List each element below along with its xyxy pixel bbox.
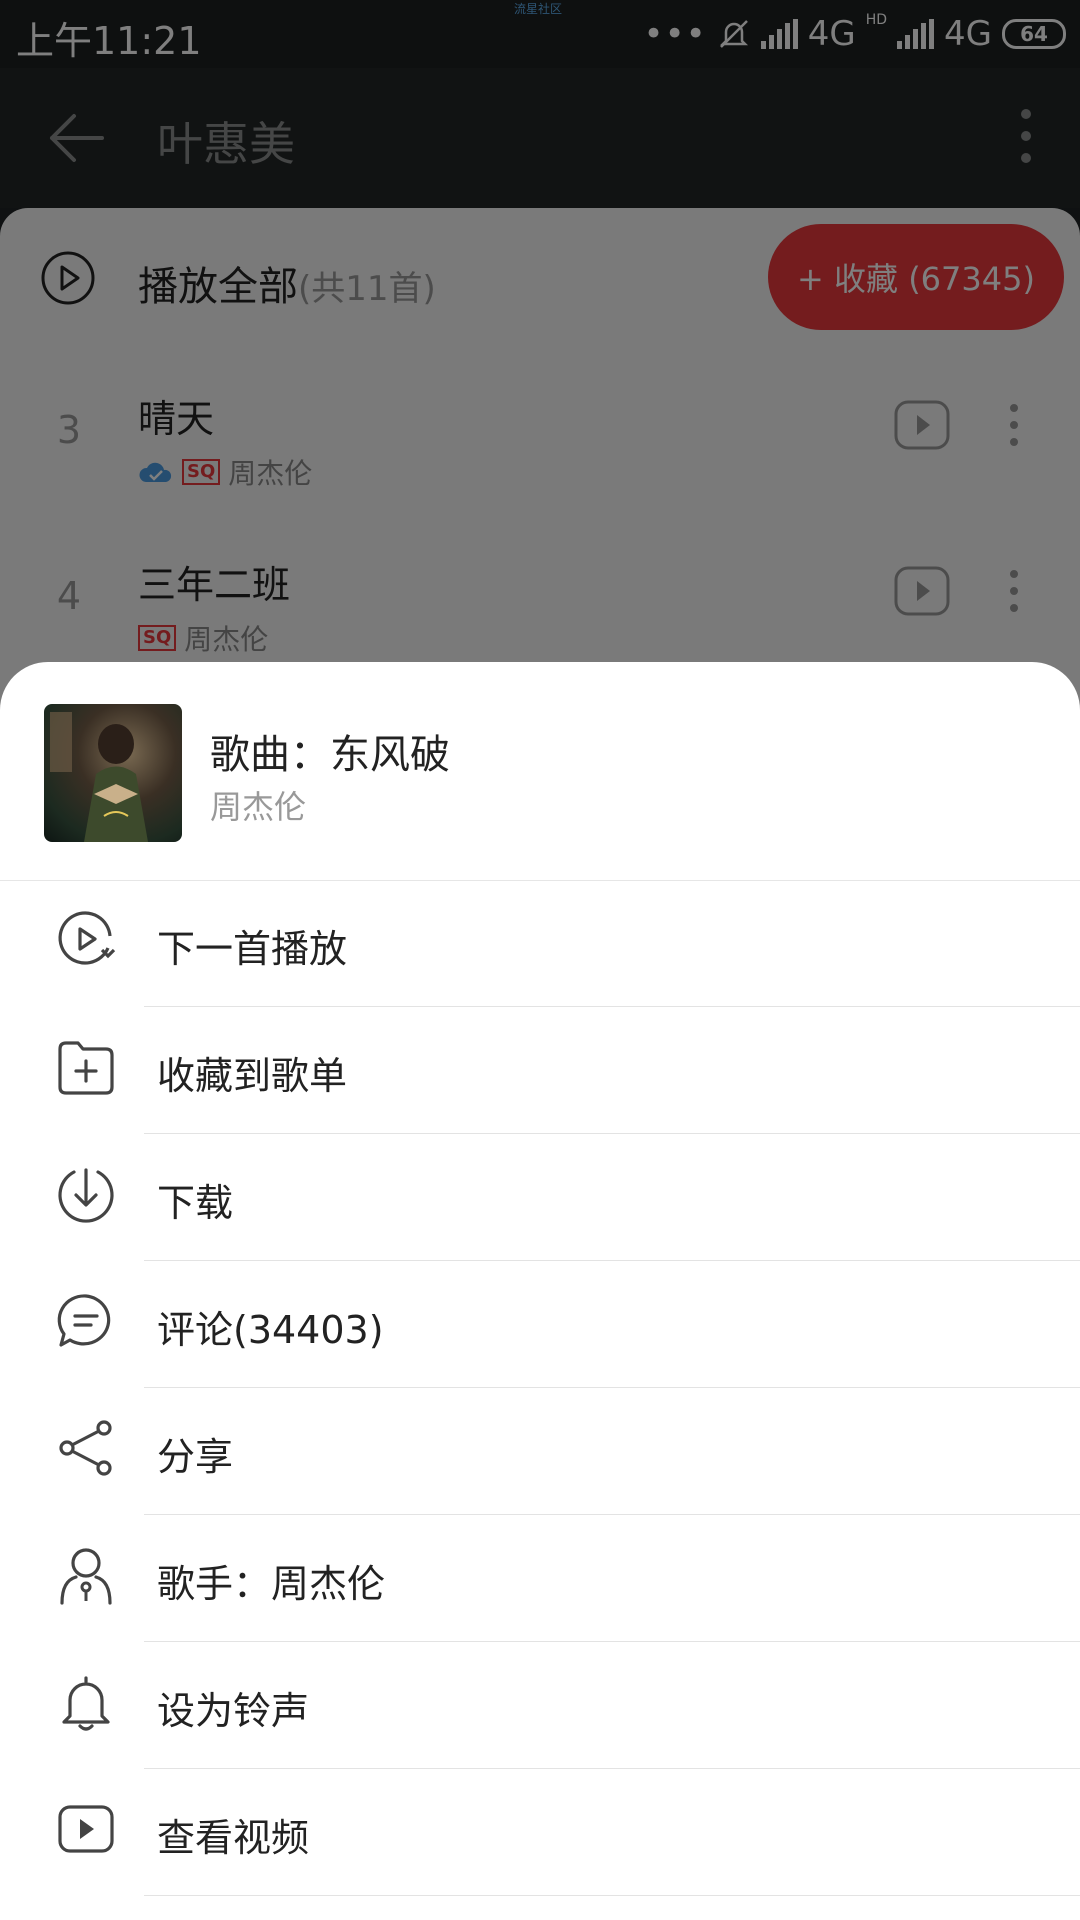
- menu-item-play-next[interactable]: 下一首播放: [0, 880, 1080, 1007]
- sheet-song-title: 歌曲：东风破: [210, 732, 450, 778]
- menu-label: 下一首播放: [157, 927, 348, 971]
- menu-label: 收藏到歌单: [157, 1054, 348, 1098]
- menu-item-share[interactable]: 分享: [0, 1388, 1080, 1515]
- menu-item-artist[interactable]: 歌手：周杰伦: [0, 1515, 1080, 1642]
- menu-label: 评论(34403): [157, 1308, 384, 1352]
- comment-icon: [57, 1294, 111, 1347]
- folder-add-icon: [58, 1041, 114, 1095]
- sheet-song-artist: 周杰伦: [210, 788, 307, 826]
- menu-item-add-to-playlist[interactable]: 收藏到歌单: [0, 1007, 1080, 1134]
- bell-icon: [62, 1676, 110, 1731]
- divider: [144, 1895, 1080, 1896]
- song-options-sheet: 歌曲：东风破 周杰伦 下一首播放 收藏到歌单 下载 评论(34403) 分享 歌…: [0, 662, 1080, 1920]
- menu-item-video[interactable]: 查看视频: [0, 1769, 1080, 1896]
- play-next-icon: [58, 911, 116, 965]
- menu-item-download[interactable]: 下载: [0, 1134, 1080, 1261]
- album-art-image: [50, 712, 148, 842]
- menu-label: 设为铃声: [157, 1689, 310, 1733]
- share-icon: [59, 1420, 112, 1476]
- menu-item-comments[interactable]: 评论(34403): [0, 1261, 1080, 1388]
- artist-icon: [60, 1548, 112, 1605]
- menu-item-ringtone[interactable]: 设为铃声: [0, 1642, 1080, 1769]
- menu-label: 分享: [157, 1435, 234, 1479]
- menu-label: 下载: [157, 1181, 234, 1225]
- album-cover: [44, 704, 182, 842]
- video-icon: [58, 1805, 114, 1853]
- menu-label: 查看视频: [157, 1816, 310, 1860]
- menu-label: 歌手：周杰伦: [157, 1562, 386, 1606]
- sheet-header: 歌曲：东风破 周杰伦: [0, 662, 1080, 881]
- options-menu: 下一首播放 收藏到歌单 下载 评论(34403) 分享 歌手：周杰伦 设为铃声 …: [0, 880, 1080, 1896]
- download-icon: [58, 1168, 114, 1223]
